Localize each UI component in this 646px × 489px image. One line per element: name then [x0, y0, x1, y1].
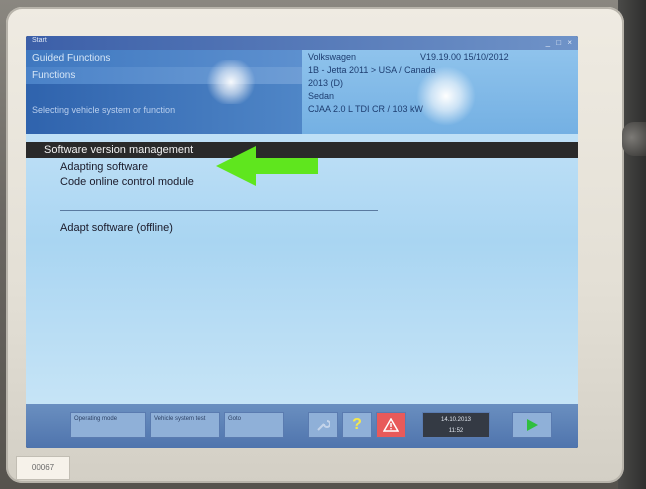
diagnostic-screen: Start _ □ × Guided Functions Functions S…: [26, 36, 578, 448]
breadcrumb-selecting-system[interactable]: Selecting vehicle system or function: [26, 84, 302, 134]
warning-icon[interactable]: [376, 412, 406, 438]
bottom-toolbar: Operating mode Vehicle system test Goto …: [26, 404, 578, 448]
operating-mode-button[interactable]: Operating mode: [70, 412, 146, 438]
serial-sticker: 00067: [16, 456, 70, 480]
menu-divider: [60, 210, 378, 211]
vehicle-year: 2013 (D): [308, 78, 344, 88]
vehicle-engine: CJAA 2.0 L TDI CR / 103 kW: [308, 104, 424, 114]
vehicle-system-test-button[interactable]: Vehicle system test: [150, 412, 220, 438]
wrench-icon[interactable]: [308, 412, 338, 438]
arrow-shape: [216, 146, 318, 186]
vehicle-make: Volkswagen: [308, 52, 357, 62]
menu-item-adapting-software[interactable]: Adapting software: [60, 161, 148, 173]
window-title: Start: [32, 37, 47, 44]
main-content: Software version management Adapting sof…: [26, 134, 578, 404]
breadcrumb-guided-functions[interactable]: Guided Functions: [26, 50, 302, 67]
window-controls[interactable]: _ □ ×: [546, 38, 574, 47]
datetime-display: 14.10.2013 11:52: [422, 412, 490, 438]
green-arrow-icon: [216, 146, 318, 186]
goto-button[interactable]: Goto: [224, 412, 284, 438]
menu-item-adapt-offline[interactable]: Adapt software (offline): [60, 222, 173, 234]
screen-glare: [416, 66, 476, 126]
date-text: 14.10.2013: [440, 417, 472, 423]
menu-item-code-online[interactable]: Code online control module: [60, 176, 194, 188]
play-icon[interactable]: [512, 412, 552, 438]
hardware-button[interactable]: [622, 122, 646, 156]
software-version: V19.19.00 15/10/2012: [420, 52, 509, 62]
help-icon[interactable]: ?: [342, 412, 372, 438]
time-text: 11:52: [448, 428, 464, 434]
window-titlebar: Start _ □ ×: [26, 36, 578, 50]
breadcrumb-functions[interactable]: Functions: [26, 67, 302, 84]
vehicle-body: Sedan: [308, 91, 335, 101]
screen-glare: [204, 60, 258, 104]
